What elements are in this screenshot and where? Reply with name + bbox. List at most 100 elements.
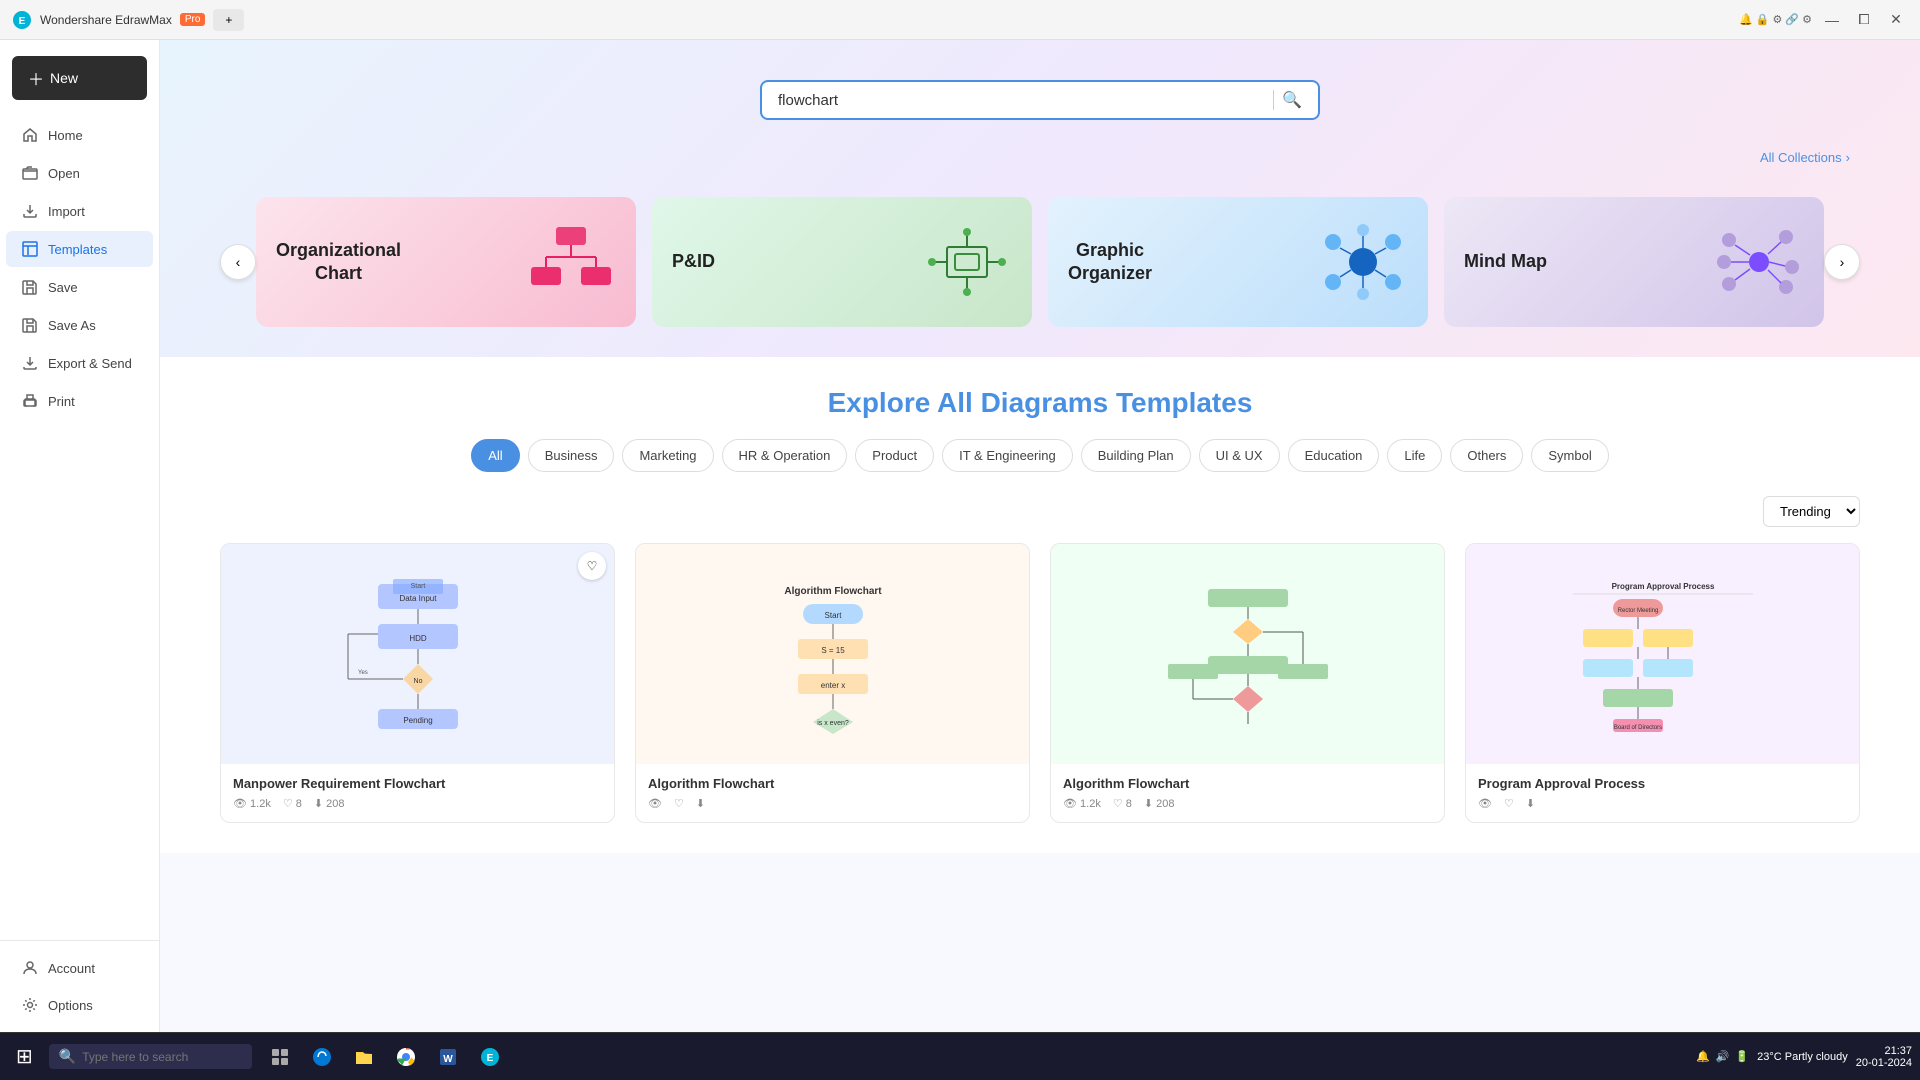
sidebar-item-save-as[interactable]: Save As [6, 307, 153, 343]
svg-text:W: W [443, 1054, 453, 1065]
filter-others[interactable]: Others [1450, 439, 1523, 472]
slider-next-button[interactable]: › [1824, 244, 1860, 280]
search-divider [1273, 90, 1274, 110]
explore-title: Explore All Diagrams Templates [220, 387, 1860, 419]
taskbar-icons: W E [260, 1037, 510, 1077]
filter-product[interactable]: Product [855, 439, 934, 472]
save-icon [22, 279, 38, 295]
filter-all[interactable]: All [471, 439, 519, 472]
template-item-algorithm1[interactable]: Algorithm Flowchart Start S = 15 enter x [635, 543, 1030, 823]
word-icon[interactable]: W [428, 1037, 468, 1077]
template-card-org-chart[interactable]: OrganizationalChart [256, 197, 636, 327]
filter-education[interactable]: Education [1288, 439, 1380, 472]
filter-building[interactable]: Building Plan [1081, 439, 1191, 472]
search-bar: 🔍 [760, 80, 1320, 120]
template-card-mind-map[interactable]: Mind Map [1444, 197, 1824, 327]
template-name-algorithm2: Algorithm Flowchart [1063, 776, 1432, 791]
template-card-pid[interactable]: P&ID [652, 197, 1032, 327]
edrawmax-taskbar-icon[interactable]: E [470, 1037, 510, 1077]
sidebar-item-save[interactable]: Save [6, 269, 153, 305]
weather-widget: 23°C Partly cloudy [1757, 1051, 1848, 1063]
filter-marketing[interactable]: Marketing [622, 439, 713, 472]
date-display: 20-01-2024 [1856, 1057, 1912, 1069]
volume-icon: 🔊 [1716, 1050, 1730, 1063]
sidebar-item-account[interactable]: Account [6, 950, 153, 986]
add-tab-button[interactable]: + [213, 9, 244, 31]
svg-text:E: E [487, 1053, 494, 1064]
favorite-manpower-button[interactable]: ♡ [578, 552, 606, 580]
pid-label: P&ID [672, 250, 715, 273]
export-icon [22, 355, 38, 371]
minimize-button[interactable]: — [1820, 8, 1844, 32]
filter-symbol[interactable]: Symbol [1531, 439, 1608, 472]
system-tray: 🔔 🔊 🔋 [1696, 1050, 1749, 1063]
template-item-algorithm2[interactable]: Algorithm Flowchart 👁 1.2k ♡ 8 ⬇ 208 [1050, 543, 1445, 823]
close-button[interactable]: ✕ [1884, 8, 1908, 32]
mind-map-label: Mind Map [1464, 250, 1547, 273]
maximize-button[interactable]: ⧠ [1852, 8, 1876, 32]
template-slider: ‹ OrganizationalChart [220, 197, 1860, 327]
weather-temp: 23°C Partly cloudy [1757, 1051, 1848, 1063]
template-name-algorithm1: Algorithm Flowchart [648, 776, 1017, 791]
template-name-program-approval: Program Approval Process [1478, 776, 1847, 791]
sidebar-item-import[interactable]: Import [6, 193, 153, 229]
template-item-manpower[interactable]: Data Input Start HDD No Pending [220, 543, 615, 823]
taskbar-search-input[interactable] [82, 1050, 242, 1064]
sort-select[interactable]: Trending Newest Popular [1763, 496, 1860, 527]
sidebar-item-options[interactable]: Options [6, 987, 153, 1023]
options-icon [22, 997, 38, 1013]
svg-text:Start: Start [824, 611, 842, 620]
graphic-organizer-label: GraphicOrganizer [1068, 239, 1152, 286]
template-stats-manpower: 👁 1.2k ♡ 8 ⬇ 208 [233, 797, 602, 810]
sidebar-item-open[interactable]: Open [6, 155, 153, 191]
edge-browser-icon[interactable] [302, 1037, 342, 1077]
slider-prev-button[interactable]: ‹ [220, 244, 256, 280]
sidebar-item-print[interactable]: Print [6, 383, 153, 419]
svg-text:No: No [413, 678, 422, 685]
template-info-algorithm2: Algorithm Flowchart 👁 1.2k ♡ 8 ⬇ 208 [1051, 764, 1444, 822]
search-button[interactable]: 🔍 [1282, 90, 1302, 110]
network-icon: 🔔 [1696, 1050, 1710, 1063]
pro-badge: Pro [180, 13, 206, 26]
filter-hr[interactable]: HR & Operation [722, 439, 848, 472]
chrome-icon[interactable] [386, 1037, 426, 1077]
start-button[interactable]: ⊞ [8, 1040, 41, 1073]
taskbar-search: 🔍 [49, 1044, 252, 1069]
filter-ui[interactable]: UI & UX [1199, 439, 1280, 472]
filter-it[interactable]: IT & Engineering [942, 439, 1073, 472]
account-icon [22, 960, 38, 976]
battery-icon: 🔋 [1735, 1050, 1749, 1063]
app-icon: E [12, 10, 32, 30]
hero-section: 🔍 All Collections › ‹ OrganizationalChar… [160, 40, 1920, 357]
svg-text:Yes: Yes [358, 670, 368, 676]
filter-life[interactable]: Life [1387, 439, 1442, 472]
home-icon [22, 127, 38, 143]
template-thumb-program-approval: Program Approval Process Rector Meeting [1466, 544, 1859, 764]
window-controls: 🔔 🔒 ⚙ 🔗 ⚙ — ⧠ ✕ [1739, 8, 1908, 32]
time-display: 21:37 [1856, 1045, 1912, 1057]
new-button[interactable]: ＋ New [12, 56, 147, 100]
sort-row: Trending Newest Popular [220, 496, 1860, 527]
all-collections-link[interactable]: All Collections › [1760, 150, 1850, 165]
search-input[interactable] [778, 92, 1265, 109]
title-bar: E Wondershare EdrawMax Pro + 🔔 🔒 ⚙ 🔗 ⚙ —… [0, 0, 1920, 40]
template-thumb-algorithm2 [1051, 544, 1444, 764]
svg-text:Rector Meeting: Rector Meeting [1617, 608, 1658, 614]
save-as-icon [22, 317, 38, 333]
sidebar-item-export[interactable]: Export & Send [6, 345, 153, 381]
sidebar: ＋ New Home Open Import Templates Save Sa… [0, 40, 160, 1032]
template-info-manpower: Manpower Requirement Flowchart 👁 1.2k ♡ … [221, 764, 614, 822]
template-cards-container: OrganizationalChart [256, 197, 1824, 327]
svg-text:Pending: Pending [403, 716, 432, 725]
template-card-graphic-organizer[interactable]: GraphicOrganizer [1048, 197, 1428, 327]
filter-business[interactable]: Business [528, 439, 615, 472]
svg-text:HDD: HDD [409, 634, 427, 643]
task-view-button[interactable] [260, 1037, 300, 1077]
svg-text:Board of Directors: Board of Directors [1613, 725, 1661, 731]
template-item-program-approval[interactable]: Program Approval Process Rector Meeting [1465, 543, 1860, 823]
file-explorer-icon[interactable] [344, 1037, 384, 1077]
svg-text:E: E [19, 16, 26, 27]
template-thumb-manpower: Data Input Start HDD No Pending [221, 544, 614, 764]
sidebar-item-templates[interactable]: Templates [6, 231, 153, 267]
sidebar-item-home[interactable]: Home [6, 117, 153, 153]
